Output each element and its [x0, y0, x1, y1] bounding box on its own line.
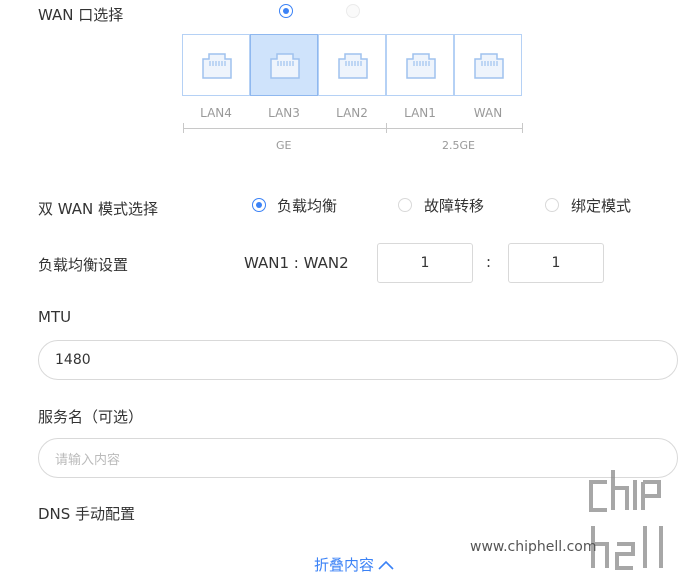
collapse-button[interactable]: 折叠内容	[314, 554, 394, 575]
port-lan4[interactable]	[182, 34, 250, 96]
wan2-weight-input[interactable]: 1	[508, 243, 604, 283]
load-balance-settings-label: 负载均衡设置	[38, 256, 129, 274]
port-label-lan1: LAN1	[404, 106, 436, 120]
ethernet-port-icon	[270, 53, 300, 79]
wan1-weight-input[interactable]: 1	[377, 243, 473, 283]
port-label-lan2: LAN2	[336, 106, 368, 120]
port-label-lan3: LAN3	[268, 106, 300, 120]
collapse-label: 折叠内容	[314, 556, 375, 574]
mtu-label: MTU	[38, 308, 72, 326]
group-label-2-5ge: 2.5GE	[442, 139, 475, 152]
ethernet-port-icon	[338, 53, 368, 79]
dns-manual-label: DNS 手动配置	[38, 505, 136, 523]
bracket-tick	[183, 123, 184, 133]
ethernet-port-icon	[474, 53, 504, 79]
option-load-balance-label[interactable]: 负载均衡	[277, 195, 337, 216]
port-label-wan: WAN	[473, 106, 503, 120]
service-name-input[interactable]: 请输入内容	[38, 438, 678, 478]
port-wan[interactable]	[454, 34, 522, 96]
service-name-label: 服务名（可选）	[38, 408, 144, 426]
chevron-up-icon	[378, 560, 394, 570]
port-lan3[interactable]	[250, 34, 318, 96]
wan-port-radio-primary[interactable]	[279, 4, 293, 18]
option-bonding-label[interactable]: 绑定模式	[571, 195, 631, 216]
ethernet-port-icon	[406, 53, 436, 79]
port-label-lan4: LAN4	[200, 106, 232, 120]
radio-failover[interactable]	[398, 198, 412, 212]
port-lan1[interactable]	[386, 34, 454, 96]
option-failover-label[interactable]: 故障转移	[424, 195, 484, 216]
port-lan2[interactable]	[318, 34, 386, 96]
chiphell-watermark-logo	[583, 470, 683, 579]
dual-wan-mode-label: 双 WAN 模式选择	[38, 200, 159, 218]
watermark-site-text: www.chiphell.com	[470, 539, 597, 555]
bracket-tick	[386, 123, 387, 133]
wan-port-radio-secondary[interactable]	[346, 4, 360, 18]
ratio-label: WAN1 : WAN2	[244, 254, 349, 272]
radio-load-balance[interactable]	[252, 198, 266, 212]
bracket-tick	[522, 123, 523, 133]
port-group-divider	[183, 128, 523, 129]
wan-port-select-label: WAN 口选择	[38, 6, 124, 24]
ratio-separator: :	[486, 253, 492, 271]
mtu-input[interactable]: 1480	[38, 340, 678, 380]
group-label-ge: GE	[276, 139, 292, 152]
ethernet-port-icon	[202, 53, 232, 79]
radio-bonding[interactable]	[545, 198, 559, 212]
